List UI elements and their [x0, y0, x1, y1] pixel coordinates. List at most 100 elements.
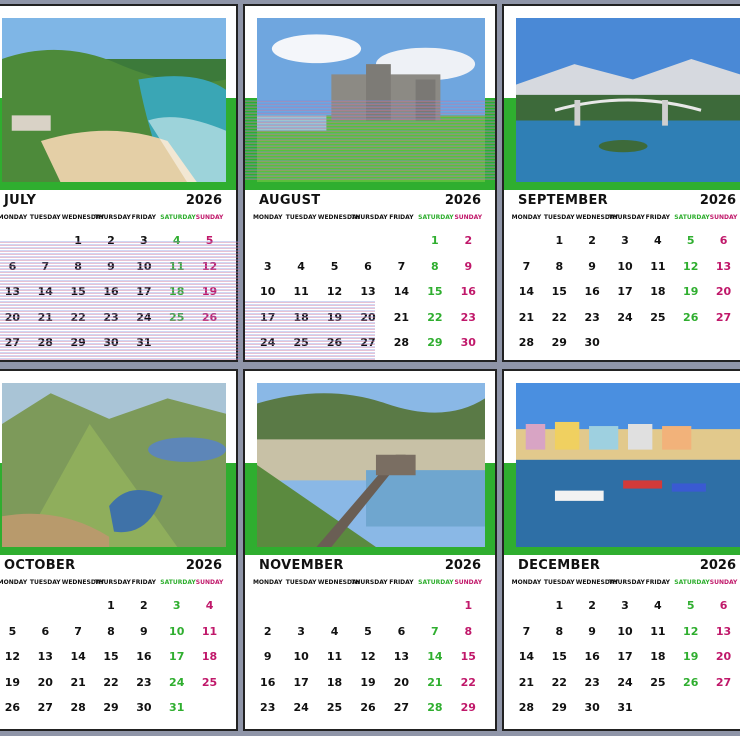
date-cell: 27	[37, 701, 53, 714]
date-cell: 13	[393, 650, 410, 663]
date-cell: 18	[201, 650, 218, 663]
date-cell: 21	[37, 310, 53, 324]
date-cell: 4	[172, 234, 181, 247]
date-cell: 17	[617, 285, 633, 298]
date-cell: 6	[364, 259, 372, 273]
date-cell: 7	[397, 259, 406, 273]
date-cell: 10	[260, 285, 276, 298]
date-cell: 24	[293, 701, 309, 714]
date-cell: 10	[617, 624, 633, 638]
date-cell: 23	[260, 701, 276, 714]
date-cell: 4	[205, 599, 214, 612]
month-header: AUGUST 2026	[245, 190, 495, 212]
date-cell: 9	[107, 259, 115, 273]
date-cell: 24	[617, 675, 633, 689]
date-cell: 18	[650, 285, 666, 298]
date-cell: 28	[518, 336, 535, 349]
date-cell: 13	[715, 624, 732, 638]
date-cell: 5	[330, 259, 339, 273]
month-header: DECEMBER 2026	[504, 555, 740, 577]
mountain-lake-photo	[2, 383, 226, 547]
date-cell: 1	[107, 599, 115, 612]
date-cell: 3	[172, 599, 181, 612]
weekday-header-friday: FRIDAY	[389, 214, 414, 221]
date-cell: 21	[518, 310, 535, 324]
date-cell: 28	[37, 336, 53, 349]
date-cell: 26	[201, 310, 218, 324]
month-year: 2026	[444, 193, 481, 208]
date-cell: 9	[464, 259, 473, 273]
date-cell: 22	[103, 675, 119, 689]
date-cell: 2	[588, 599, 596, 612]
month-name: SEPTEMBER	[518, 193, 608, 208]
harbour-town-photo	[516, 383, 740, 547]
month-name: NOVEMBER	[259, 558, 344, 573]
date-cell: 6	[719, 599, 728, 612]
date-cell: 21	[70, 675, 86, 689]
date-cell: 7	[522, 259, 531, 273]
date-cell: 23	[584, 310, 600, 324]
date-cell: 29	[103, 701, 119, 714]
date-cell: 1	[555, 599, 564, 612]
date-cell: 14	[37, 285, 53, 298]
date-cell: 20	[393, 675, 410, 689]
weekday-header-friday: FRIDAY	[131, 579, 157, 586]
date-cell: 9	[588, 259, 596, 273]
month-header: NOVEMBER 2026	[245, 555, 495, 577]
weekday-header-monday: MONDAY	[0, 579, 28, 586]
date-cell: 12	[683, 259, 699, 273]
weekday-header-sunday: SUNDAY	[195, 214, 224, 221]
date-cell: 29	[551, 701, 567, 714]
date-cell: 22	[70, 310, 86, 324]
date-cell: 23	[460, 310, 476, 324]
date-cell: 7	[431, 624, 439, 638]
date-cell: 11	[650, 259, 666, 273]
coastal-beach-photo	[2, 18, 226, 182]
date-cell: 9	[140, 624, 148, 638]
date-cell: 24	[617, 310, 633, 324]
month-page-october: OCTOBER 2026 MONDAY TUESDAY WEDNESDAY THURSDA…	[0, 369, 238, 731]
date-cell: 2	[140, 599, 148, 612]
weekday-header-tuesday: TUESDAY	[29, 579, 61, 586]
date-cell: 27	[715, 675, 732, 689]
date-cell: 19	[683, 650, 699, 663]
date-cell: 5	[686, 599, 695, 612]
weekday-header-monday: MONDAY	[511, 214, 542, 221]
date-cell: 28	[518, 701, 535, 714]
month-header: JULY 2026	[0, 190, 236, 212]
date-cell: 13	[4, 285, 21, 298]
date-cell: 15	[551, 650, 567, 663]
date-cell: 18	[326, 675, 343, 689]
date-cell: 25	[326, 701, 343, 714]
date-cell: 18	[169, 285, 185, 298]
date-cell: 27	[4, 336, 21, 349]
date-cell: 31	[169, 701, 185, 714]
date-cell: 29	[551, 336, 567, 349]
date-cell: 29	[427, 336, 443, 349]
month-name: DECEMBER	[518, 558, 601, 573]
date-cell: 3	[297, 624, 305, 638]
date-cell: 24	[169, 675, 185, 689]
weekday-header-monday: MONDAY	[511, 579, 542, 586]
weekday-header-tuesday: TUESDAY	[29, 214, 61, 221]
month-header: OCTOBER 2026	[0, 555, 236, 577]
date-cell: 22	[460, 675, 476, 689]
date-cell: 21	[427, 675, 443, 689]
date-cell: 6	[41, 624, 50, 638]
date-cell: 22	[551, 310, 567, 324]
weekday-header-thursday: THURSDAY	[94, 579, 131, 586]
date-cell: 16	[460, 285, 476, 298]
date-cell: 23	[136, 675, 152, 689]
date-cell: 11	[650, 624, 666, 638]
date-cell: 17	[136, 285, 152, 298]
date-cell: 1	[74, 234, 82, 247]
date-cell: 8	[555, 259, 564, 273]
date-cell: 31	[251, 362, 284, 363]
date-cell: 30	[584, 701, 600, 714]
date-cell: 17	[293, 675, 309, 689]
date-cell: 7	[522, 624, 531, 638]
date-cell: 16	[103, 285, 119, 298]
weekday-header-saturday: SATURDAY	[674, 214, 710, 221]
weekday-header-thursday: THURSDAY	[351, 579, 388, 586]
date-cell: 4	[654, 234, 662, 247]
